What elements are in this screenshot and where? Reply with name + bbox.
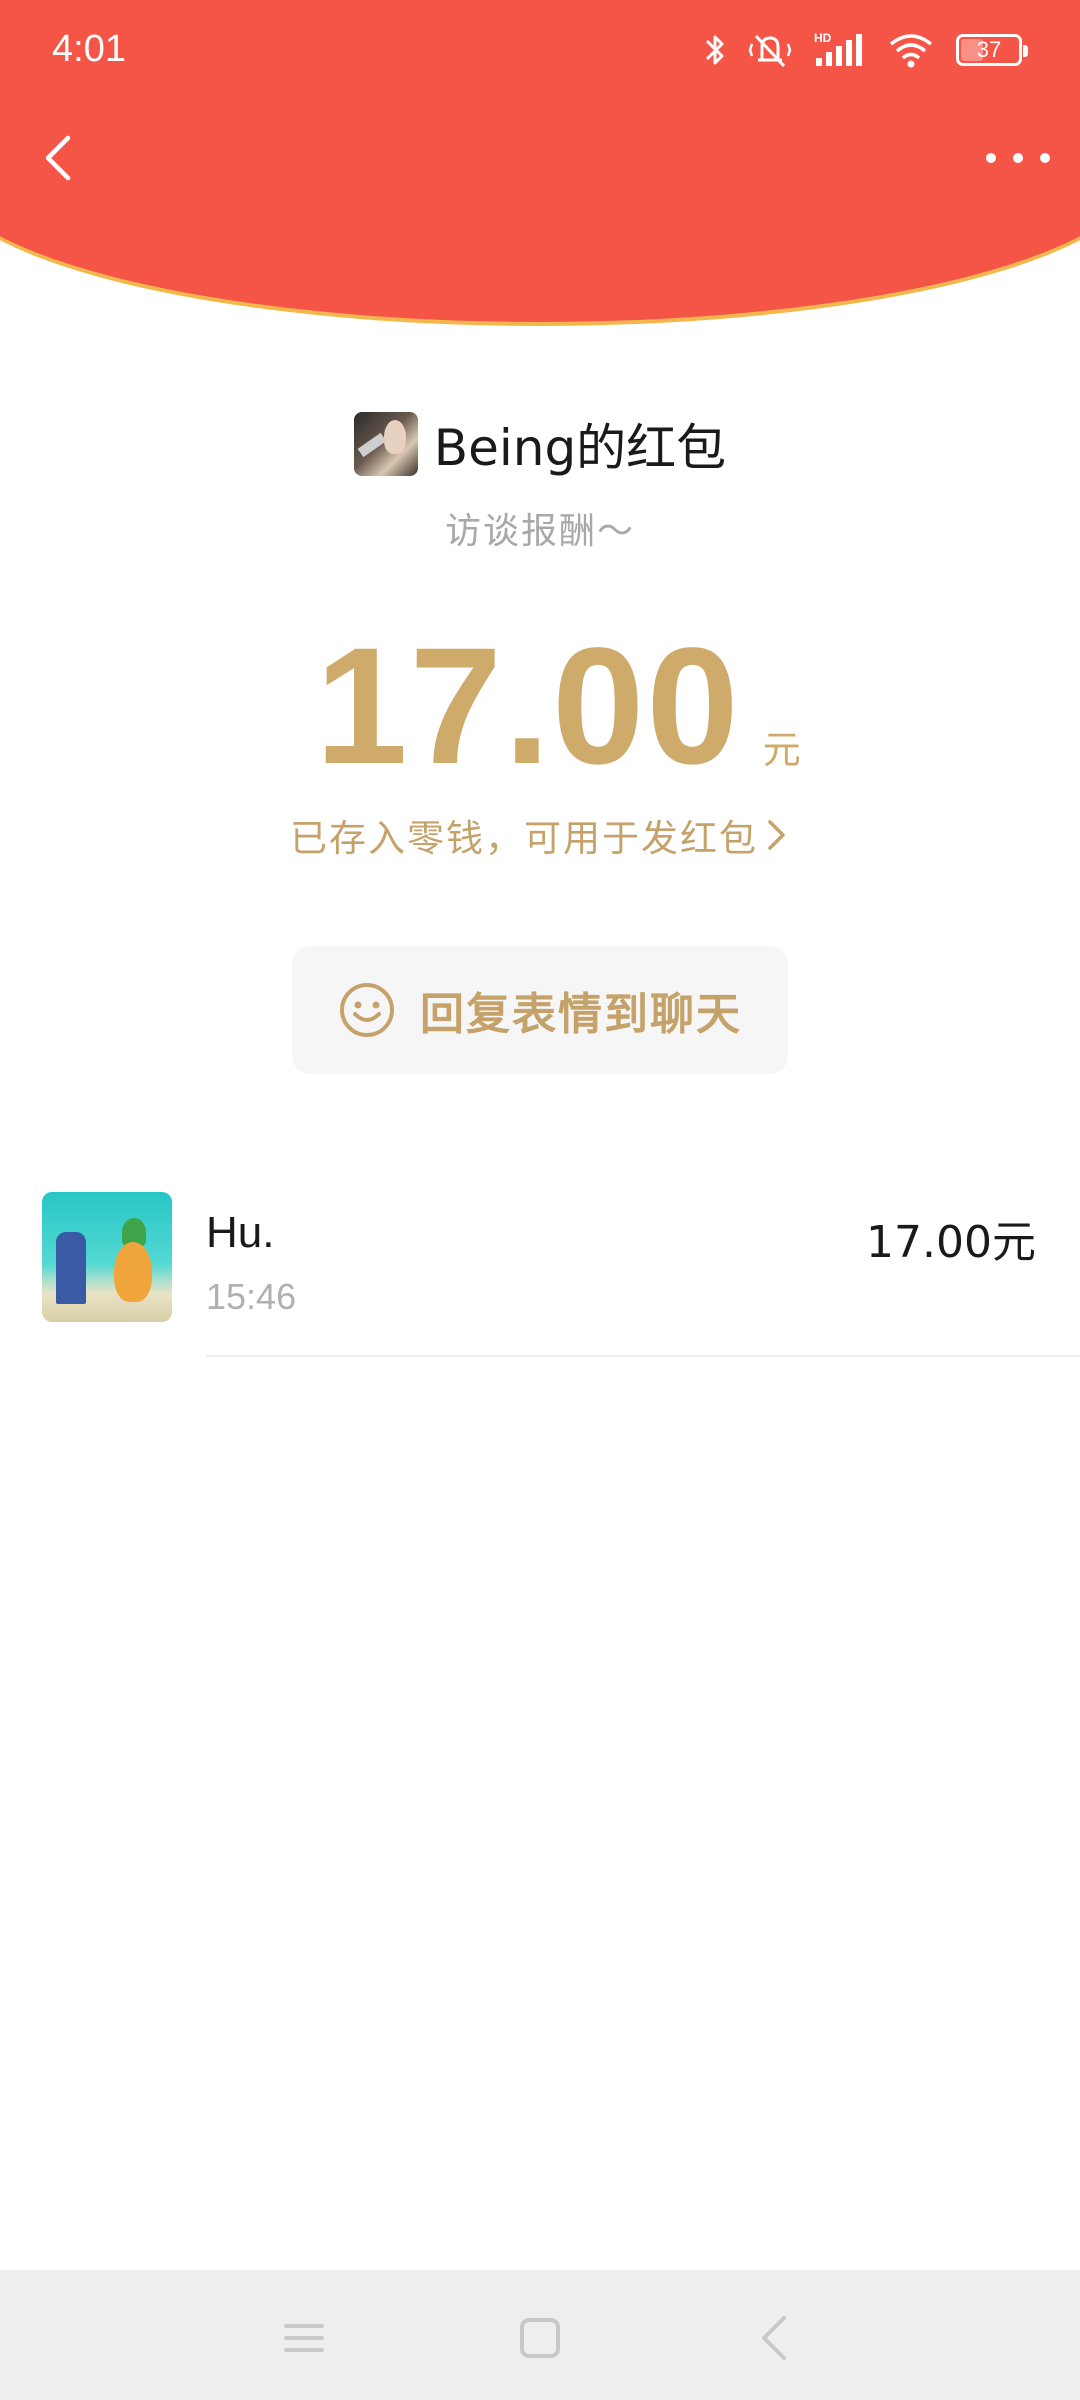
home-icon[interactable] <box>512 2310 568 2366</box>
more-button[interactable] <box>986 138 1050 178</box>
battery-icon: 37 <box>956 34 1028 66</box>
bluetooth-icon <box>705 35 724 65</box>
menu-icon[interactable] <box>276 2310 332 2366</box>
saved-to-balance-link[interactable]: 已存入零钱，可用于发红包 <box>0 808 1080 862</box>
mute-vibrate-icon <box>748 34 792 68</box>
chevron-left-icon <box>45 135 71 181</box>
more-dot <box>1013 153 1023 163</box>
receiver-amount: 17.00元 <box>866 1217 1036 1268</box>
hd-label: HD <box>814 31 832 45</box>
status-icons: HD 37 <box>704 28 1028 72</box>
receiver-avatar <box>42 1192 172 1322</box>
system-back-icon[interactable] <box>748 2310 804 2366</box>
back-button[interactable] <box>30 128 90 188</box>
sender-row: Being的红包 <box>0 408 1080 480</box>
reply-button-label: 回复表情到聊天 <box>420 989 742 1040</box>
signal-icon: HD <box>814 31 862 66</box>
status-bar: 4:01 HD 37 <box>0 0 1080 100</box>
amount-unit: 元 <box>762 728 801 772</box>
red-packet-note: 访谈报酬～ <box>444 511 635 552</box>
list-divider <box>206 1355 1080 1357</box>
chevron-right-icon <box>768 820 785 850</box>
reply-with-sticker-button[interactable]: 回复表情到聊天 <box>292 946 788 1074</box>
amount-value: 17.00 <box>315 614 741 799</box>
sender-avatar[interactable] <box>353 412 418 476</box>
smiley-icon <box>340 983 394 1037</box>
saved-to-balance-text: 已存入零钱，可用于发红包 <box>290 817 758 860</box>
battery-level: 37 <box>976 37 1002 62</box>
red-packet-detail-screen: 4:01 HD 37 Being的红包 访谈报酬～ 17.00 元 已存入零钱，… <box>0 0 1080 2400</box>
receiver-list-item[interactable]: Hu. 15:46 17.00元 <box>0 1192 1080 1356</box>
receiver-time: 15:46 <box>206 1276 297 1317</box>
sender-name: Being的红包 <box>433 419 727 477</box>
wifi-icon <box>889 34 933 68</box>
receiver-name: Hu. <box>206 1208 275 1257</box>
amount-row: 17.00 元 <box>0 612 1080 802</box>
more-dot <box>986 153 996 163</box>
more-dot <box>1040 153 1050 163</box>
status-time: 4:01 <box>52 28 126 70</box>
system-navigation-bar <box>0 2270 1080 2400</box>
